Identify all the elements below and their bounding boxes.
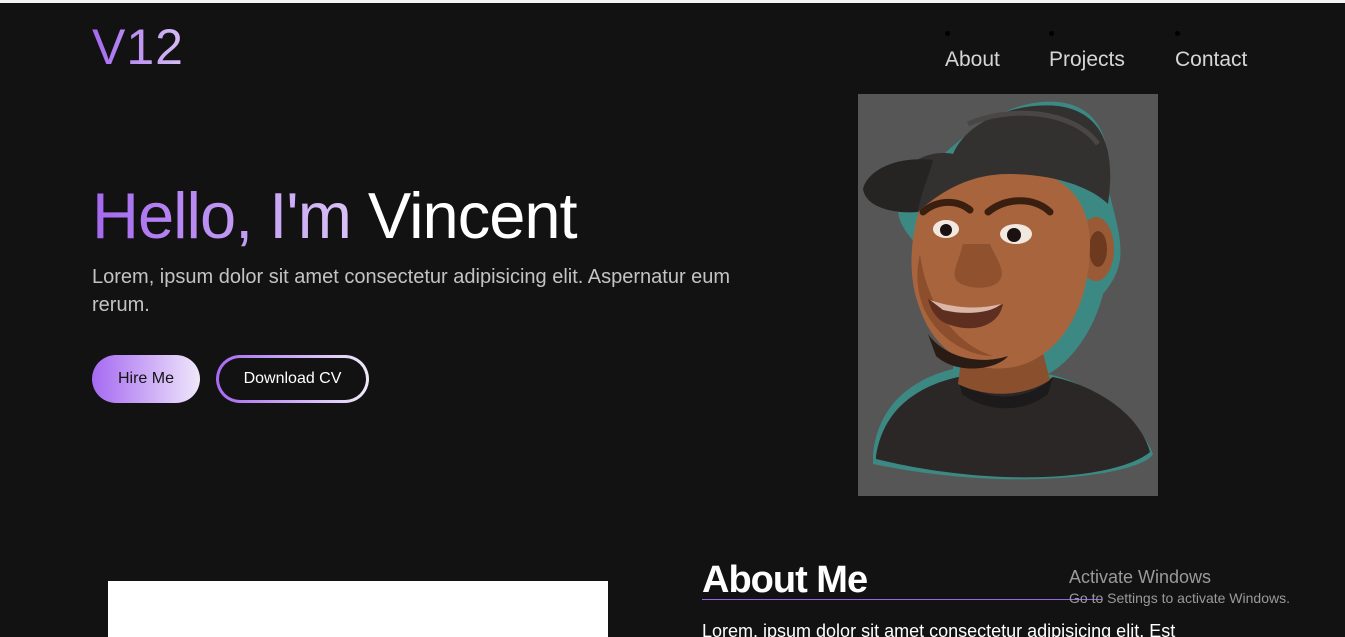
portfolio-page: V12 About Projects Contact Hello, I'm Vi… [0, 0, 1345, 637]
watermark-subtitle: Go to Settings to activate Windows. [1069, 590, 1290, 606]
hero-name: Vincent [367, 179, 578, 252]
about-title: About Me [702, 559, 868, 601]
hero-title: Hello, I'm Vincent [92, 179, 578, 252]
main-nav: About Projects Contact [0, 30, 1345, 80]
download-cv-button[interactable]: Download CV [216, 355, 369, 403]
download-cv-label: Download CV [219, 358, 366, 400]
cartoon-avatar-illustration [863, 101, 1153, 480]
nav-link-contact[interactable]: Contact [1175, 48, 1247, 72]
about-image [108, 581, 608, 637]
about-title-underline [702, 599, 1102, 600]
profile-avatar-image [858, 94, 1158, 496]
list-bullet-icon [1175, 31, 1180, 36]
hero-greeting: Hello, I'm [92, 179, 368, 252]
hero-description: Lorem, ipsum dolor sit amet consectetur … [92, 266, 731, 316]
windows-activation-watermark: Activate Windows Go to Settings to activ… [1069, 566, 1290, 607]
nav-link-projects[interactable]: Projects [1049, 48, 1125, 72]
nav-link-about[interactable]: About [945, 48, 1000, 72]
hire-me-button[interactable]: Hire Me [92, 355, 200, 403]
watermark-title: Activate Windows [1069, 567, 1212, 587]
list-bullet-icon [1049, 31, 1054, 36]
list-bullet-icon [945, 31, 950, 36]
top-border [0, 0, 1345, 3]
about-text: Lorem, ipsum dolor sit amet consectetur … [702, 621, 1176, 637]
